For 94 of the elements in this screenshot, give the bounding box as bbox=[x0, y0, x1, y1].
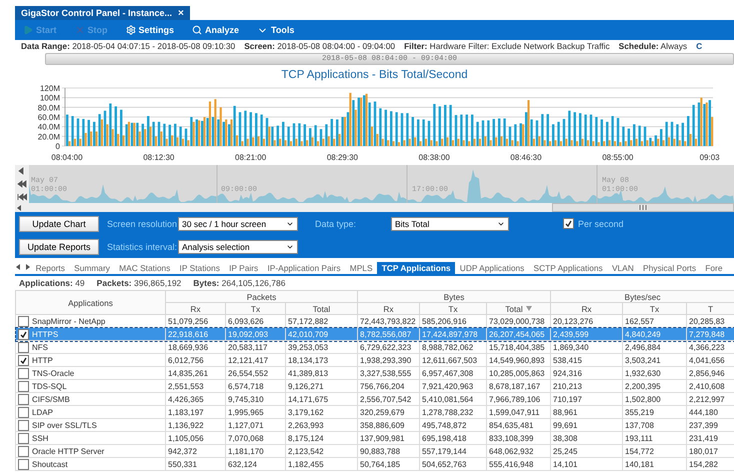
axis-label: 08:38:00 bbox=[418, 153, 450, 162]
table-row[interactable]: SIP over SSL/TLS 1,136,922 1,127,071 2,263,993 358,886,609 495,748,872 854,635,481 99,691 137,708 237,399 bbox=[16, 418, 734, 432]
application-name: LDAP bbox=[32, 408, 53, 416]
info-text: Schedule: Always bbox=[618, 41, 688, 51]
info-text: Data Range: 2018-05-04 04:07:15 - 2018-05-08 09:10:30 bbox=[21, 41, 236, 51]
table-row[interactable]: CIFS/SMB 4,426,365 9,745,310 14,171,675 2,556,707,542 5,410,081,564 7,966,789,106 710,197 1,502,800 2,212,997 bbox=[16, 392, 734, 406]
field-label: Data type: bbox=[315, 218, 358, 228]
column-header[interactable]: Rx bbox=[358, 302, 420, 314]
column-header[interactable]: Total bbox=[486, 302, 551, 314]
axis-label: 40.0M bbox=[38, 122, 60, 132]
report-tab[interactable]: Reports bbox=[31, 262, 70, 274]
application-name: NFS bbox=[32, 342, 48, 352]
info-text: Filter: Hardware Filter: Exclude Network Backup Traffic bbox=[404, 41, 610, 51]
axis-label: 80.0M bbox=[38, 103, 60, 112]
table-cell: 50,764,185 bbox=[358, 458, 420, 470]
toolbar-button[interactable]: Settings bbox=[124, 25, 176, 35]
table-cell: 550,331 bbox=[166, 458, 226, 470]
table-cell: 140,181 bbox=[622, 458, 687, 470]
summary-text: Bytes: 264,105,126,786 bbox=[193, 278, 286, 288]
application-name: SSH bbox=[32, 434, 48, 442]
report-tab[interactable]: VLAN bbox=[607, 262, 638, 274]
column-header[interactable]: Tx bbox=[226, 302, 286, 314]
axis-label: 08:29:30 bbox=[326, 153, 358, 162]
table-row[interactable]: HTTP 6,012,756 12,121,417 18,134,173 1,938,293,390 12,611,667,503 14,549,960,893 538,415 3,503,241 4,041,656 bbox=[16, 354, 734, 366]
table-row[interactable]: TDS-SQL 2,551,553 6,574,718 9,126,271 756,766,204 7,921,420,963 8,678,187,167 210,213 2,200,395 2,410,608 bbox=[16, 380, 734, 392]
table-cell: 555,416,948 bbox=[486, 458, 551, 470]
table-row[interactable]: TNS-Oracle 14,835,261 26,554,552 41,389,813 3,327,538,555 6,957,467,308 10,285,005,863 924,316 1,932,630 2,856,946 bbox=[16, 366, 734, 380]
table-row[interactable]: SnapMirror - NetApp 51,079,256 6,093,626 57,172,882 72,443,793,822 585,206,916 73,029,000,738 20,123,276 162,557 20,285,83 bbox=[16, 314, 734, 328]
report-tab[interactable]: IP Pairs bbox=[224, 262, 263, 274]
column-header: Applications bbox=[16, 290, 166, 314]
column-header[interactable]: T bbox=[686, 302, 734, 314]
axis-label: 09:03 bbox=[700, 153, 720, 162]
resolution-dropdown[interactable]: 30 sec / 1 hour screen bbox=[178, 216, 298, 230]
axis-label: 60.0M bbox=[38, 113, 60, 122]
report-tab[interactable]: IP-Application Pairs bbox=[262, 262, 346, 274]
application-name: SIP over SSL/TLS bbox=[32, 420, 97, 430]
report-tab[interactable]: Summary bbox=[70, 262, 115, 274]
info-text: Screen: 2018-05-08 08:04:00 - 09:04:00 bbox=[244, 41, 396, 51]
report-tab[interactable]: Physical Ports bbox=[638, 262, 701, 274]
axis-label: 08:04:00 bbox=[51, 153, 83, 162]
application-name: SnapMirror - NetApp bbox=[32, 316, 106, 326]
chart-title: TCP Applications - Bits Total/Second bbox=[280, 69, 469, 83]
axis-label: 08:55:00 bbox=[602, 153, 634, 162]
toolbar-button[interactable]: Analyze bbox=[190, 25, 242, 35]
interval-dropdown[interactable]: Analysis selection bbox=[178, 240, 298, 254]
report-tab[interactable]: MPLS bbox=[345, 262, 378, 274]
report-tab[interactable]: SCTP Applications bbox=[528, 262, 608, 274]
application-name: CIFS/SMB bbox=[32, 394, 70, 404]
update-chart-button[interactable]: Update Chart bbox=[19, 216, 99, 232]
data-type-dropdown[interactable]: Bits Total bbox=[391, 216, 509, 230]
table-row[interactable]: Shoutcast 550,331 632,124 1,182,455 50,764,185 504,652,763 555,416,948 14,101 140,181 154,282 bbox=[16, 458, 734, 470]
column-header[interactable]: Rx bbox=[550, 302, 623, 314]
column-header[interactable]: Tx bbox=[622, 302, 687, 314]
axis-label: 0 bbox=[56, 142, 60, 151]
application-name: Shoutcast bbox=[32, 460, 68, 468]
column-header: Bytes bbox=[358, 290, 551, 302]
summary-text: Packets: 396,865,192 bbox=[96, 278, 182, 288]
axis-label: 08:21:00 bbox=[235, 153, 266, 162]
table-cell: 14,101 bbox=[550, 458, 623, 470]
application-name: Oracle HTTP Server bbox=[32, 446, 104, 456]
table-row[interactable]: Oracle HTTP Server 942,372 1,181,170 2,123,542 90,883,788 557,179,144 648,062,932 25,245 154,772 180,017 bbox=[16, 444, 734, 458]
table-cell: 632,124 bbox=[226, 458, 286, 470]
column-header: Packets bbox=[166, 290, 358, 302]
window-tab[interactable]: GigaStor Control Panel - Instance... × bbox=[15, 6, 190, 20]
axis-label: 08:46:30 bbox=[510, 153, 542, 162]
summary-text: Applications: 49 bbox=[19, 278, 85, 288]
toolbar-button[interactable]: Tools bbox=[255, 24, 296, 36]
report-tab[interactable]: Fore bbox=[700, 262, 728, 274]
checkbox-label: Per second bbox=[578, 218, 624, 228]
axis-label: 08:12:30 bbox=[143, 153, 174, 162]
info-label: C bbox=[696, 41, 702, 51]
update-reports-button[interactable]: Update Reports bbox=[19, 238, 99, 254]
table-row[interactable]: SSH 1,105,056 7,070,068 8,175,124 137,909,981 695,198,418 833,108,399 38,308 193,111 231,419 bbox=[16, 432, 734, 444]
report-tab[interactable]: UDP Applications bbox=[455, 262, 529, 274]
table-cell: 1,182,455 bbox=[286, 458, 358, 470]
field-label: Screen resolution bbox=[107, 218, 177, 228]
column-header[interactable]: Rx bbox=[166, 302, 226, 314]
axis-label: 20.0M bbox=[38, 132, 60, 142]
axis-label: 100M bbox=[40, 94, 60, 103]
application-name: TNS-Oracle bbox=[32, 368, 74, 378]
application-name: TDS-SQL bbox=[32, 382, 67, 390]
column-header: Bytes/sec bbox=[550, 290, 734, 302]
report-tab[interactable]: TCP Applications bbox=[377, 262, 456, 274]
column-header[interactable]: Tx bbox=[420, 302, 486, 314]
column-header[interactable]: Total bbox=[286, 302, 358, 314]
report-tab[interactable]: IP Stations bbox=[174, 262, 224, 274]
axis-label: 120M bbox=[40, 84, 60, 93]
application-name: HTTPS bbox=[32, 330, 58, 338]
table-row[interactable]: LDAP 1,183,197 1,995,965 3,179,162 320,259,679 1,278,788,232 1,599,047,911 88,961 355,219 444,180 bbox=[16, 406, 734, 418]
application-name: HTTP bbox=[32, 356, 53, 364]
close-button[interactable]: × bbox=[178, 8, 184, 18]
field-label: Statistics interval: bbox=[107, 242, 177, 252]
report-tab[interactable]: MAC Stations bbox=[114, 262, 175, 274]
table-cell: 504,652,763 bbox=[420, 458, 486, 470]
